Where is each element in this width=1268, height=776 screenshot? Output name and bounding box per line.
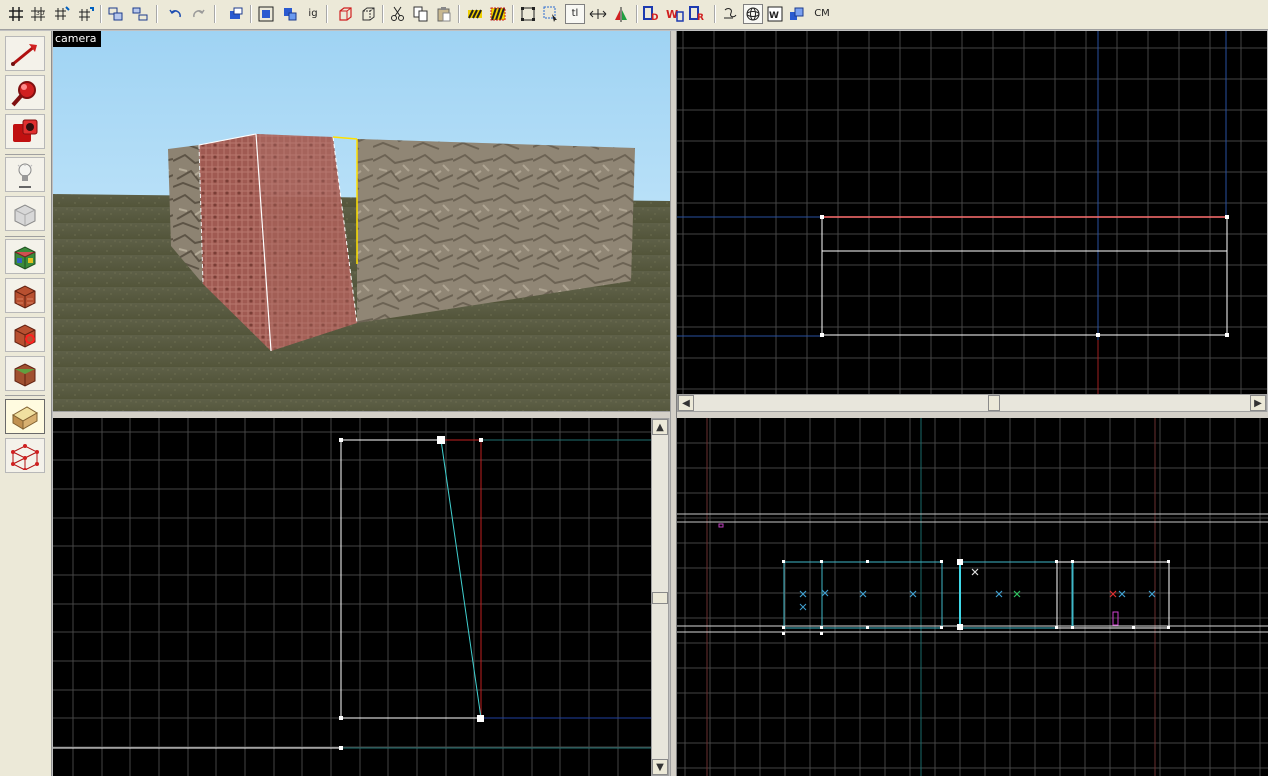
select-lasso-icon[interactable] bbox=[541, 4, 561, 24]
camera-tool-icon bbox=[13, 119, 38, 142]
front-view-viewport[interactable] bbox=[677, 418, 1268, 776]
block-tool-icon bbox=[14, 203, 36, 227]
hazard-select-icon[interactable] bbox=[488, 4, 508, 24]
axis-x-icon[interactable]: D bbox=[642, 4, 662, 24]
texture-wrap-icon[interactable]: W bbox=[765, 4, 785, 24]
top-view-hscrollbar[interactable]: ◀ ▶ bbox=[677, 394, 1267, 412]
tool-palette bbox=[0, 31, 52, 776]
redo-icon[interactable] bbox=[188, 4, 208, 24]
texture-tool[interactable] bbox=[5, 239, 45, 274]
scroll-thumb-vertical[interactable] bbox=[652, 592, 668, 604]
grid-toggle-icon[interactable] bbox=[6, 4, 26, 24]
svg-text:D: D bbox=[651, 13, 658, 22]
svg-text:R: R bbox=[697, 13, 704, 22]
vertical-splitter[interactable] bbox=[670, 31, 677, 776]
decal-tool-icon bbox=[14, 323, 36, 348]
scroll-down-icon[interactable]: ▼ bbox=[652, 759, 668, 775]
camera-scene bbox=[53, 31, 670, 411]
texture-identity-text[interactable]: ig bbox=[303, 4, 323, 24]
horizontal-splitter-right[interactable] bbox=[677, 412, 1268, 418]
scroll-thumb[interactable] bbox=[988, 395, 1000, 411]
apply-texture-icon bbox=[14, 284, 36, 309]
wire-box-icon[interactable] bbox=[358, 4, 378, 24]
texture-browser-icon[interactable] bbox=[787, 4, 807, 24]
clip-tool[interactable] bbox=[5, 399, 45, 434]
entity-tool[interactable] bbox=[5, 157, 45, 192]
overlay-tool-icon bbox=[14, 362, 36, 387]
ghost-icon[interactable] bbox=[720, 4, 740, 24]
svg-text:3D: 3D bbox=[36, 10, 45, 17]
magnify-tool[interactable] bbox=[5, 75, 45, 110]
camera-label: camera bbox=[53, 31, 101, 47]
texture-tool-icon bbox=[14, 245, 36, 270]
group-icon[interactable] bbox=[106, 4, 126, 24]
magnify-tool-icon bbox=[11, 80, 36, 106]
block-tool[interactable] bbox=[5, 196, 45, 231]
side-view-canvas bbox=[53, 418, 651, 776]
side-view-vscrollbar[interactable]: ▲ ▼ bbox=[651, 418, 669, 776]
grid-large-icon[interactable] bbox=[76, 4, 96, 24]
side-view-viewport[interactable] bbox=[53, 418, 651, 776]
scroll-up-icon[interactable]: ▲ bbox=[652, 419, 668, 435]
top-view-canvas bbox=[677, 31, 1267, 394]
entity-tool-icon bbox=[17, 162, 33, 188]
cut-icon[interactable] bbox=[388, 4, 408, 24]
selection-tool-icon bbox=[11, 43, 37, 66]
horizontal-splitter-left[interactable] bbox=[53, 411, 670, 418]
hazard-icon[interactable] bbox=[465, 4, 485, 24]
scroll-left-icon[interactable]: ◀ bbox=[678, 395, 694, 411]
scroll-right-icon[interactable]: ▶ bbox=[1250, 395, 1266, 411]
carve-icon[interactable] bbox=[226, 4, 246, 24]
vertex-tool[interactable] bbox=[5, 438, 45, 473]
vertex-tool-icon bbox=[11, 443, 39, 470]
select-box-icon[interactable] bbox=[518, 4, 538, 24]
paste-icon[interactable] bbox=[434, 4, 454, 24]
svg-text:W: W bbox=[769, 11, 779, 21]
axis-w-icon[interactable]: W bbox=[665, 4, 685, 24]
apply-texture-tool[interactable] bbox=[5, 278, 45, 313]
clip-tool-icon bbox=[12, 405, 38, 430]
camera-viewport[interactable]: camera bbox=[53, 31, 670, 411]
sphere-icon[interactable] bbox=[743, 4, 763, 24]
front-view-canvas bbox=[677, 418, 1268, 776]
camera-tool[interactable] bbox=[5, 114, 45, 149]
overlay-tool[interactable] bbox=[5, 356, 45, 391]
hollow-icon[interactable] bbox=[256, 4, 276, 24]
main-toolbar: 3D ig tl D W R W CM bbox=[0, 0, 1268, 30]
align-icon[interactable] bbox=[588, 4, 608, 24]
selection-tool[interactable] bbox=[5, 36, 45, 71]
flip-icon[interactable] bbox=[611, 4, 631, 24]
undo-icon[interactable] bbox=[166, 4, 186, 24]
cm-text[interactable]: CM bbox=[811, 4, 833, 24]
copy-icon[interactable] bbox=[411, 4, 431, 24]
texture-lock-text[interactable]: tl bbox=[565, 4, 585, 24]
paste-special-icon[interactable] bbox=[280, 4, 300, 24]
axis-r-icon[interactable]: R bbox=[688, 4, 708, 24]
grid-small-icon[interactable] bbox=[52, 4, 72, 24]
top-view-viewport[interactable] bbox=[677, 31, 1267, 394]
3d-grid-icon[interactable]: 3D bbox=[28, 4, 48, 24]
decal-tool[interactable] bbox=[5, 317, 45, 352]
ungroup-icon[interactable] bbox=[130, 4, 150, 24]
red-box-icon[interactable] bbox=[335, 4, 355, 24]
